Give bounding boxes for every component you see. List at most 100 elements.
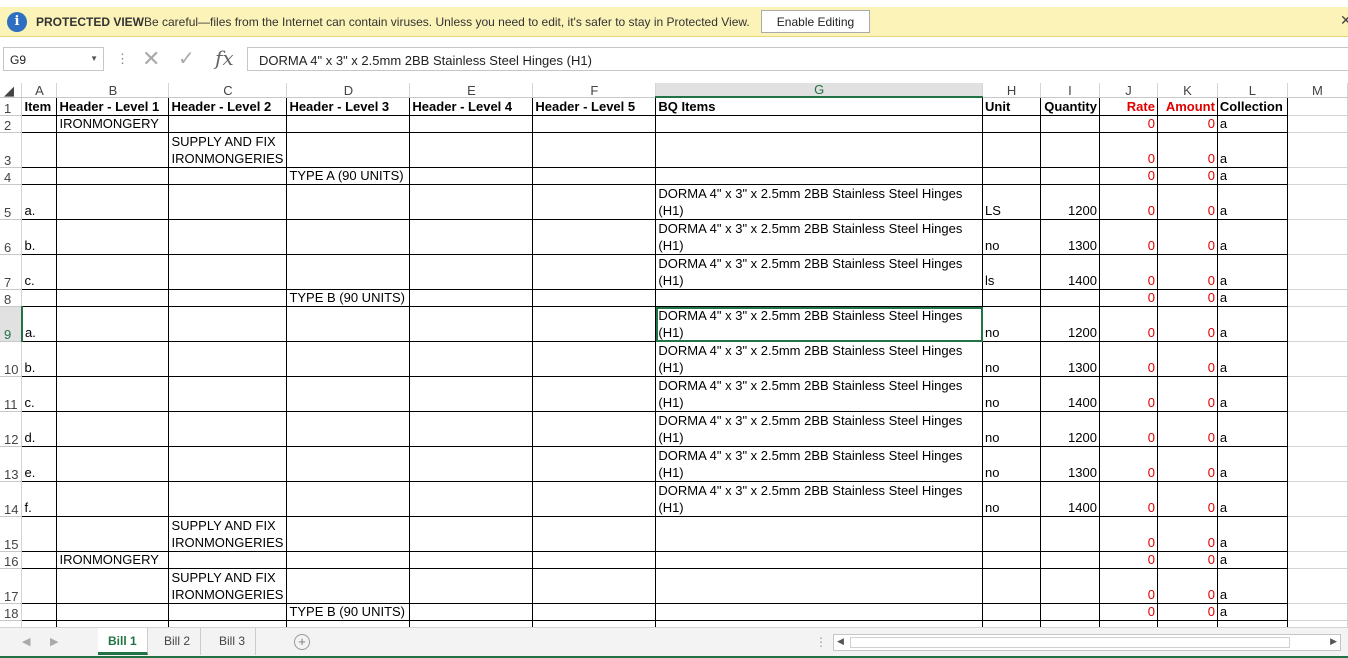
cell-j15[interactable]: 0 [1098,516,1158,552]
cell-k7[interactable]: 0 [1156,254,1218,290]
cell-f8[interactable] [532,289,657,307]
cell-c13[interactable] [168,446,288,482]
cell-d13[interactable] [286,446,411,482]
formula-input[interactable]: DORMA 4" x 3" x 2.5mm 2BB Stainless Stee… [247,47,1348,71]
cell-g2[interactable] [655,115,984,133]
cell-g7[interactable]: DORMA 4" x 3" x 2.5mm 2BB Stainless Stee… [655,254,984,290]
cell-c11[interactable] [168,376,288,412]
cell-c12[interactable] [168,411,288,447]
cell-g10[interactable]: DORMA 4" x 3" x 2.5mm 2BB Stainless Stee… [655,341,984,377]
row-header[interactable]: 15 [0,516,23,552]
cell-b18[interactable] [56,603,170,621]
cell-b15[interactable] [56,516,170,552]
cell-l2[interactable]: a [1216,115,1288,133]
cell-h17[interactable] [982,568,1041,604]
cell-l8[interactable]: a [1216,289,1288,307]
cell-d15[interactable] [286,516,411,552]
cell-c17[interactable]: SUPPLY AND FIX IRONMONGERIES [168,568,288,604]
cell-h18[interactable] [982,603,1041,621]
cell-i3[interactable] [1039,132,1100,168]
cell-f10[interactable] [532,341,657,377]
cell-j12[interactable]: 0 [1098,411,1158,447]
cell-c10[interactable] [168,341,288,377]
cell-j10[interactable]: 0 [1098,341,1158,377]
cell-l1[interactable]: Collection [1216,96,1288,116]
column-header-h[interactable]: H [982,83,1041,98]
cell-f17[interactable] [532,568,657,604]
cell-a9[interactable]: a. [21,306,58,342]
cell-j14[interactable]: 0 [1098,481,1158,517]
cell-l12[interactable]: a [1216,411,1288,447]
cell-a10[interactable]: b. [21,341,58,377]
cell-k17[interactable]: 0 [1156,568,1218,604]
cell-a6[interactable]: b. [21,219,58,255]
cell-d17[interactable] [286,568,411,604]
cell-j17[interactable]: 0 [1098,568,1158,604]
cell-h2[interactable] [982,115,1041,133]
cell-a8[interactable] [21,289,58,307]
cell-j2[interactable]: 0 [1098,115,1158,133]
cell-k6[interactable]: 0 [1156,219,1218,255]
cell-h12[interactable]: no [982,411,1041,447]
cell-j8[interactable]: 0 [1098,289,1158,307]
cell-h16[interactable] [982,551,1041,569]
cell-k4[interactable]: 0 [1156,167,1218,185]
cell-b13[interactable] [56,446,170,482]
scroll-right-icon[interactable]: ▶ [1330,636,1337,647]
cell-f7[interactable] [532,254,657,290]
cell-g15[interactable] [655,516,984,552]
cell-l7[interactable]: a [1216,254,1288,290]
cell-d18[interactable]: TYPE B (90 UNITS) [286,603,411,621]
cell-k10[interactable]: 0 [1156,341,1218,377]
column-header-c[interactable]: C [168,83,288,98]
cell-e1[interactable]: Header - Level 4 [409,96,534,116]
tab-split-handle[interactable]: ⋮ [815,635,827,649]
cell-i13[interactable]: 1300 [1039,446,1100,482]
cell-m16[interactable] [1287,551,1348,569]
cell-d14[interactable] [286,481,411,517]
cell-f11[interactable] [532,376,657,412]
cell-i1[interactable]: Quantity [1039,96,1100,116]
row-header[interactable]: 5 [0,184,23,220]
cell-l4[interactable]: a [1216,167,1288,185]
cell-j11[interactable]: 0 [1098,376,1158,412]
cell-e14[interactable] [409,481,534,517]
cell-c1[interactable]: Header - Level 2 [168,96,288,116]
cell-d16[interactable] [286,551,411,569]
cell-c2[interactable] [168,115,288,133]
cell-k2[interactable]: 0 [1156,115,1218,133]
horizontal-scrollbar[interactable]: ◀ ▶ [833,634,1341,651]
cell-m17[interactable] [1287,568,1348,604]
cell-a3[interactable] [21,132,58,168]
cell-d4[interactable]: TYPE A (90 UNITS) [286,167,411,185]
cell-e5[interactable] [409,184,534,220]
cell-i14[interactable]: 1400 [1039,481,1100,517]
cell-k9[interactable]: 0 [1156,306,1218,342]
cell-m2[interactable] [1287,115,1348,133]
cell-h3[interactable] [982,132,1041,168]
cell-b2[interactable]: IRONMONGERY [56,115,170,133]
cell-i11[interactable]: 1400 [1039,376,1100,412]
column-header-i[interactable]: I [1040,83,1100,98]
cell-a15[interactable] [21,516,58,552]
cell-j7[interactable]: 0 [1098,254,1158,290]
cell-f6[interactable] [532,219,657,255]
cell-m3[interactable] [1287,132,1348,168]
cell-m7[interactable] [1287,254,1348,290]
cell-j16[interactable]: 0 [1098,551,1158,569]
column-header-f[interactable]: F [532,83,657,98]
cell-g12[interactable]: DORMA 4" x 3" x 2.5mm 2BB Stainless Stee… [655,411,984,447]
cell-j6[interactable]: 0 [1098,219,1158,255]
cell-m14[interactable] [1287,481,1348,517]
cell-l15[interactable]: a [1216,516,1288,552]
cell-d5[interactable] [286,184,411,220]
chevron-down-icon[interactable]: ▼ [90,54,98,63]
cell-e13[interactable] [409,446,534,482]
cell-l3[interactable]: a [1216,132,1288,168]
cell-m4[interactable] [1287,167,1348,185]
cell-l14[interactable]: a [1216,481,1288,517]
tab-bill-2[interactable]: Bill 2 [154,628,202,655]
cell-e12[interactable] [409,411,534,447]
row-header[interactable]: 3 [0,132,23,168]
cell-a14[interactable]: f. [21,481,58,517]
